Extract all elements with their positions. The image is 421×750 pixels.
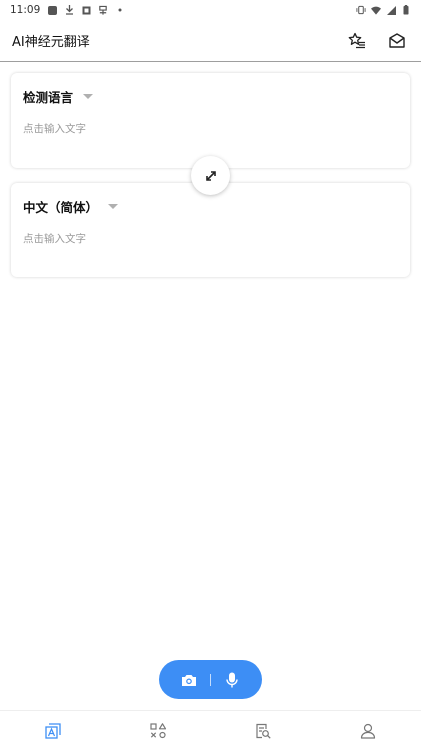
download-icon <box>64 5 74 15</box>
profile-icon <box>361 723 376 739</box>
tools-icon <box>150 722 166 738</box>
source-language-label: 检测语言 <box>23 89 74 105</box>
app-icon <box>98 5 108 15</box>
swap-arrows-icon <box>205 170 216 181</box>
mail-icon[interactable] <box>385 29 409 53</box>
notification-square-icon <box>47 5 57 15</box>
signal-icon <box>386 5 396 15</box>
chevron-down-icon <box>108 203 119 209</box>
target-card: 中文（简体） 点击输入文字 <box>11 183 410 277</box>
chevron-down-icon <box>83 93 94 99</box>
camera-icon <box>182 674 197 686</box>
target-language-label: 中文（简体） <box>23 199 99 215</box>
microphone-icon <box>225 672 238 687</box>
vibrate-icon <box>356 5 366 15</box>
favorites-list-icon[interactable] <box>345 29 369 53</box>
input-mode-pill <box>159 660 262 699</box>
status-time: 11:09 <box>10 4 41 16</box>
bottom-nav <box>0 710 421 750</box>
image-icon <box>81 5 91 15</box>
translate-icon <box>44 722 61 739</box>
nav-item-tools[interactable] <box>138 715 178 747</box>
document-search-icon <box>256 723 271 739</box>
source-language-selector[interactable]: 检测语言 <box>23 73 398 119</box>
nav-item-profile[interactable] <box>348 715 388 747</box>
nav-item-document-search[interactable] <box>243 715 283 747</box>
app-header: AI神经元翻译 <box>0 20 421 62</box>
source-text-input[interactable]: 点击输入文字 <box>23 119 398 136</box>
status-bar: 11:09 <box>0 0 421 20</box>
target-text-input[interactable]: 点击输入文字 <box>23 229 398 246</box>
microphone-button[interactable] <box>220 668 244 692</box>
battery-icon <box>401 5 411 15</box>
pill-divider <box>209 673 211 686</box>
app-title: AI神经元翻译 <box>12 35 90 50</box>
swap-languages-button[interactable] <box>191 156 230 195</box>
camera-button[interactable] <box>177 668 201 692</box>
source-card: 检测语言 点击输入文字 <box>11 73 410 168</box>
wifi-icon <box>371 5 381 15</box>
header-actions <box>345 29 409 53</box>
dot-icon <box>115 5 125 15</box>
nav-item-translate[interactable] <box>33 715 73 747</box>
